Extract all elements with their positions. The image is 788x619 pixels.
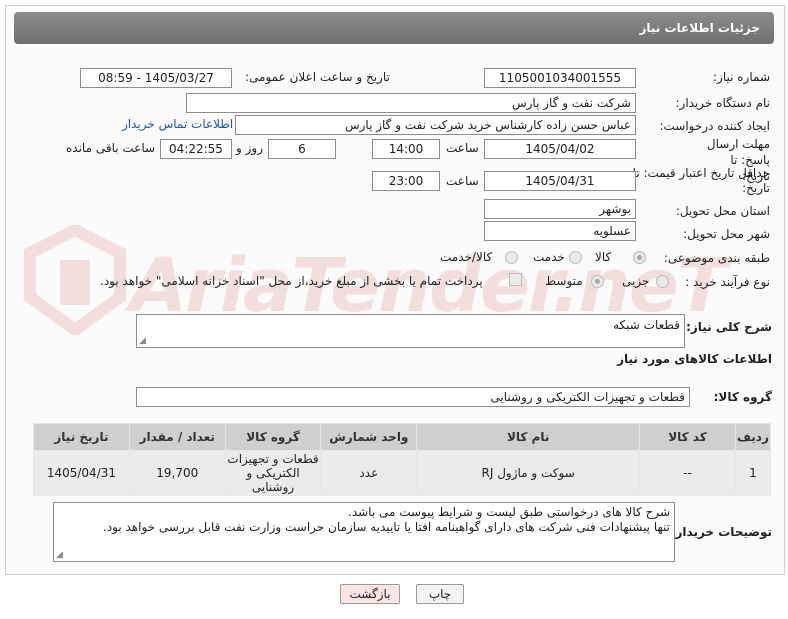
cell-unit: عدد (320, 450, 418, 496)
col-header-unit: واحد شمارش (320, 423, 418, 451)
city-field: عسلویه (484, 221, 636, 241)
buyer-notes-line-1: شرح کالا های درخواستی طبق لیست و شرایط پ… (348, 505, 670, 519)
page-title: جزئیات اطلاعات نیاز (639, 21, 760, 35)
deadline-time-field: 14:00 (372, 139, 440, 159)
deadline-date-field: 1405/04/02 (484, 139, 636, 159)
cell-row-number: 1 (734, 450, 772, 496)
need-description-label: شرح کلی نیاز: (686, 320, 772, 334)
category-radio-service[interactable] (569, 251, 582, 264)
treasury-payment-checkbox[interactable] (509, 273, 522, 286)
buyer-notes-field[interactable]: شرح کالا های درخواستی طبق لیست و شرایط پ… (53, 502, 675, 562)
payment-note: پرداخت تمام یا بخشی از مبلغ خرید،از محل … (100, 274, 483, 288)
col-header-qty: تعداد / مقدار (128, 423, 226, 451)
remaining-time-field: 04:22:55 (160, 139, 232, 159)
process-radio-medium[interactable] (591, 275, 604, 288)
deadline-time-label: ساعت (446, 141, 479, 155)
creator-label: ایجاد کننده درخواست: (659, 119, 770, 133)
col-header-group: گروه کالا (224, 423, 322, 451)
resize-grip-icon[interactable]: ◢ (56, 550, 63, 560)
back-button[interactable]: بازگشت (340, 584, 400, 604)
contact-info-link[interactable]: اطلاعات تماس خریدار (122, 117, 233, 131)
goods-group-field: قطعات و تجهیزات الکتریکی و روشنایی (136, 387, 690, 407)
buyer-org-label: نام دستگاه خریدار: (675, 96, 771, 110)
creator-field: عباس حسن زاده کارشناس خرید شرکت نفت و گا… (235, 115, 636, 135)
need-description-field[interactable]: قطعات شبکه ◢ (136, 314, 685, 348)
validity-time-label: ساعت (446, 174, 479, 188)
province-field: بوشهر (484, 199, 636, 219)
days-label: روز و (236, 141, 263, 155)
category-option-service: خدمت (533, 250, 565, 264)
table-header-row: ردیف کد کالا نام کالا واحد شمارش گروه کا… (33, 423, 772, 451)
goods-section-title: اطلاعات کالاهای مورد نیاز (617, 352, 772, 366)
goods-table: ردیف کد کالا نام کالا واحد شمارش گروه کا… (33, 423, 772, 496)
category-label: طبقه بندی موضوعی: (663, 251, 770, 265)
need-description-text: قطعات شبکه (613, 318, 680, 332)
validity-date-field: 1405/04/31 (484, 171, 636, 191)
announce-datetime-field: 1405/03/27 - 08:59 (80, 68, 232, 88)
process-label: نوع فرآیند خرید : (685, 275, 770, 289)
buyer-notes-line-2: تنها پیشنهادات فنی شرکت های دارای گواهین… (103, 520, 670, 534)
col-header-date: تاریخ نیاز (33, 423, 130, 451)
print-button[interactable]: چاپ (416, 584, 464, 604)
buyer-notes-label: توضیحات خریدار: (670, 525, 772, 539)
days-field: 6 (268, 139, 336, 159)
col-header-code: کد کالا (639, 423, 736, 451)
validity-time-field: 23:00 (372, 171, 440, 191)
announce-label: تاریخ و ساعت اعلان عمومی: (245, 70, 390, 84)
category-radio-goods-service[interactable] (505, 251, 518, 264)
need-number-label: شماره نیاز: (713, 70, 770, 84)
cell-name: سوکت و ماژول RJ (416, 450, 641, 496)
page-header: جزئیات اطلاعات نیاز (14, 12, 774, 44)
category-radio-goods[interactable] (633, 251, 646, 264)
buyer-org-field: شرکت نفت و گاز پارس (186, 93, 636, 113)
cell-code: -- (639, 450, 736, 496)
category-option-goods-service: کالا/خدمت (440, 250, 493, 264)
goods-group-label: گروه کالا: (713, 390, 772, 404)
city-label: شهر محل تحویل: (683, 227, 770, 241)
process-option-medium: متوسط (545, 274, 583, 288)
cell-qty: 19,700 (128, 450, 226, 496)
col-header-row: ردیف (734, 423, 772, 451)
process-radio-minor[interactable] (656, 275, 669, 288)
process-option-minor: جزیی (622, 274, 650, 288)
resize-grip-icon[interactable]: ◢ (139, 336, 146, 346)
table-row[interactable]: 1 -- سوکت و ماژول RJ عدد قطعات و تجهیزات… (33, 450, 772, 496)
cell-group: قطعات و تجهیزات الکتریکی و روشنایی (224, 450, 322, 496)
cell-date: 1405/04/31 (33, 450, 130, 496)
category-option-goods: کالا (595, 250, 612, 264)
need-number-field: 1105001034001555 (484, 68, 636, 88)
col-header-name: نام کالا (416, 423, 641, 451)
validity-label: حداقل تاریخ اعتبار قیمت: تا تاریخ: (632, 166, 770, 195)
remaining-label: ساعت باقی مانده (66, 141, 156, 155)
province-label: استان محل تحویل: (675, 204, 770, 218)
